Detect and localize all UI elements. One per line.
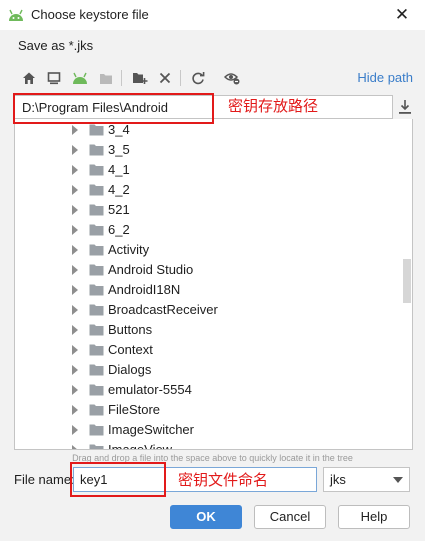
window-title: Choose keystore file (31, 7, 149, 22)
ok-button[interactable]: OK (170, 505, 242, 529)
android-icon[interactable] (71, 69, 89, 87)
tree-row[interactable]: ImageView (15, 440, 400, 450)
expand-arrow-icon[interactable] (72, 125, 78, 135)
tree-row[interactable]: Buttons (15, 320, 400, 340)
folder-icon (89, 284, 104, 296)
tree-item-label: ImageSwitcher (108, 422, 194, 437)
tree-item-label: emulator-5554 (108, 382, 192, 397)
expand-arrow-icon[interactable] (72, 345, 78, 355)
cancel-button[interactable]: Cancel (254, 505, 326, 529)
close-icon[interactable]: ✕ (387, 2, 417, 28)
tree-item-label: Dialogs (108, 362, 152, 377)
folder-icon (89, 264, 104, 276)
tree-item-label: 3_5 (108, 142, 130, 157)
expand-arrow-icon[interactable] (72, 305, 78, 315)
folder-icon (89, 384, 104, 396)
folder-icon[interactable] (97, 69, 115, 87)
expand-arrow-icon[interactable] (72, 145, 78, 155)
refresh-icon[interactable] (189, 69, 207, 87)
tree-row[interactable]: BroadcastReceiver (15, 300, 400, 320)
tree-item-label: Buttons (108, 322, 153, 337)
tree-item-label: Android Studio (108, 262, 194, 277)
folder-icon (89, 344, 104, 356)
expand-arrow-icon[interactable] (72, 425, 78, 435)
toolbar-separator (121, 70, 122, 86)
scrollbar[interactable] (403, 259, 411, 303)
dialog-subtitle: Save as *.jks (18, 38, 94, 53)
tree-item-label: AndroidI18N (108, 282, 181, 297)
folder-icon (89, 404, 104, 416)
file-tree[interactable]: 3_4 3_5 4_1 4_2 521 6_2 Activity Android Studio… (14, 119, 413, 450)
folder-icon (89, 424, 104, 436)
tree-row[interactable]: 6_2 (15, 220, 400, 240)
folder-icon (89, 164, 104, 176)
drop-hint: Drag and drop a file into the space abov… (72, 453, 353, 463)
tree-row[interactable]: AndroidI18N (15, 280, 400, 300)
help-button[interactable]: Help (338, 505, 410, 529)
tree-item-label: 521 (108, 202, 130, 217)
tree-row[interactable]: 4_2 (15, 180, 400, 200)
file-name-label: File name: (14, 472, 75, 487)
filename-highlight-box (70, 462, 166, 497)
tree-item-label: FileStore (108, 402, 161, 417)
folder-icon (89, 124, 104, 136)
expand-arrow-icon[interactable] (72, 205, 78, 215)
folder-icon (89, 244, 104, 256)
expand-arrow-icon[interactable] (72, 325, 78, 335)
expand-arrow-icon[interactable] (72, 405, 78, 415)
toolbar-separator (180, 70, 181, 86)
folder-icon (89, 304, 104, 316)
expand-arrow-icon[interactable] (72, 225, 78, 235)
desktop-icon[interactable] (45, 69, 63, 87)
toolbar: Hide path (14, 64, 414, 92)
expand-arrow-icon[interactable] (72, 245, 78, 255)
path-highlight-box (13, 93, 214, 124)
tree-row[interactable]: 521 (15, 200, 400, 220)
tree-row[interactable]: ImageSwitcher (15, 420, 400, 440)
folder-icon (89, 224, 104, 236)
expand-arrow-icon[interactable] (72, 185, 78, 195)
android-icon (9, 9, 23, 21)
tree-row[interactable]: Dialogs (15, 360, 400, 380)
expand-arrow-icon[interactable] (72, 285, 78, 295)
expand-arrow-icon[interactable] (72, 385, 78, 395)
tree-row[interactable]: Activity (15, 240, 400, 260)
folder-icon (89, 364, 104, 376)
tree-row[interactable]: FileStore (15, 400, 400, 420)
download-icon[interactable] (397, 98, 413, 116)
extension-selected: jks (330, 472, 346, 487)
delete-icon[interactable] (156, 69, 174, 87)
tree-item-label: ImageView (108, 442, 173, 450)
tree-item-label: Context (108, 342, 153, 357)
folder-icon (89, 184, 104, 196)
tree-row[interactable]: 4_1 (15, 160, 400, 180)
tree-item-label: 4_2 (108, 182, 130, 197)
tree-item-label: Activity (108, 242, 150, 257)
chevron-down-icon (393, 477, 403, 483)
folder-icon (89, 444, 104, 449)
new-folder-icon[interactable] (131, 69, 149, 87)
show-hidden-icon[interactable] (223, 69, 241, 87)
filename-annotation: 密钥文件命名 (178, 471, 269, 489)
tree-item-label: 3_4 (108, 122, 130, 137)
tree-item-label: BroadcastReceiver (108, 302, 218, 317)
folder-icon (89, 204, 104, 216)
tree-row[interactable]: emulator-5554 (15, 380, 400, 400)
folder-icon (89, 144, 104, 156)
hide-path-link[interactable]: Hide path (357, 70, 413, 85)
expand-arrow-icon[interactable] (72, 445, 78, 449)
title-bar: Choose keystore file ✕ (0, 0, 425, 30)
home-icon[interactable] (20, 69, 38, 87)
expand-arrow-icon[interactable] (72, 365, 78, 375)
folder-icon (89, 324, 104, 336)
expand-arrow-icon[interactable] (72, 165, 78, 175)
tree-row[interactable]: Android Studio (15, 260, 400, 280)
tree-row[interactable]: Context (15, 340, 400, 360)
tree-row[interactable]: 3_5 (15, 140, 400, 160)
tree-item-label: 6_2 (108, 222, 130, 237)
expand-arrow-icon[interactable] (72, 265, 78, 275)
path-annotation: 密钥存放路径 (228, 97, 319, 115)
extension-select[interactable]: jks (323, 467, 410, 492)
tree-item-label: 4_1 (108, 162, 130, 177)
